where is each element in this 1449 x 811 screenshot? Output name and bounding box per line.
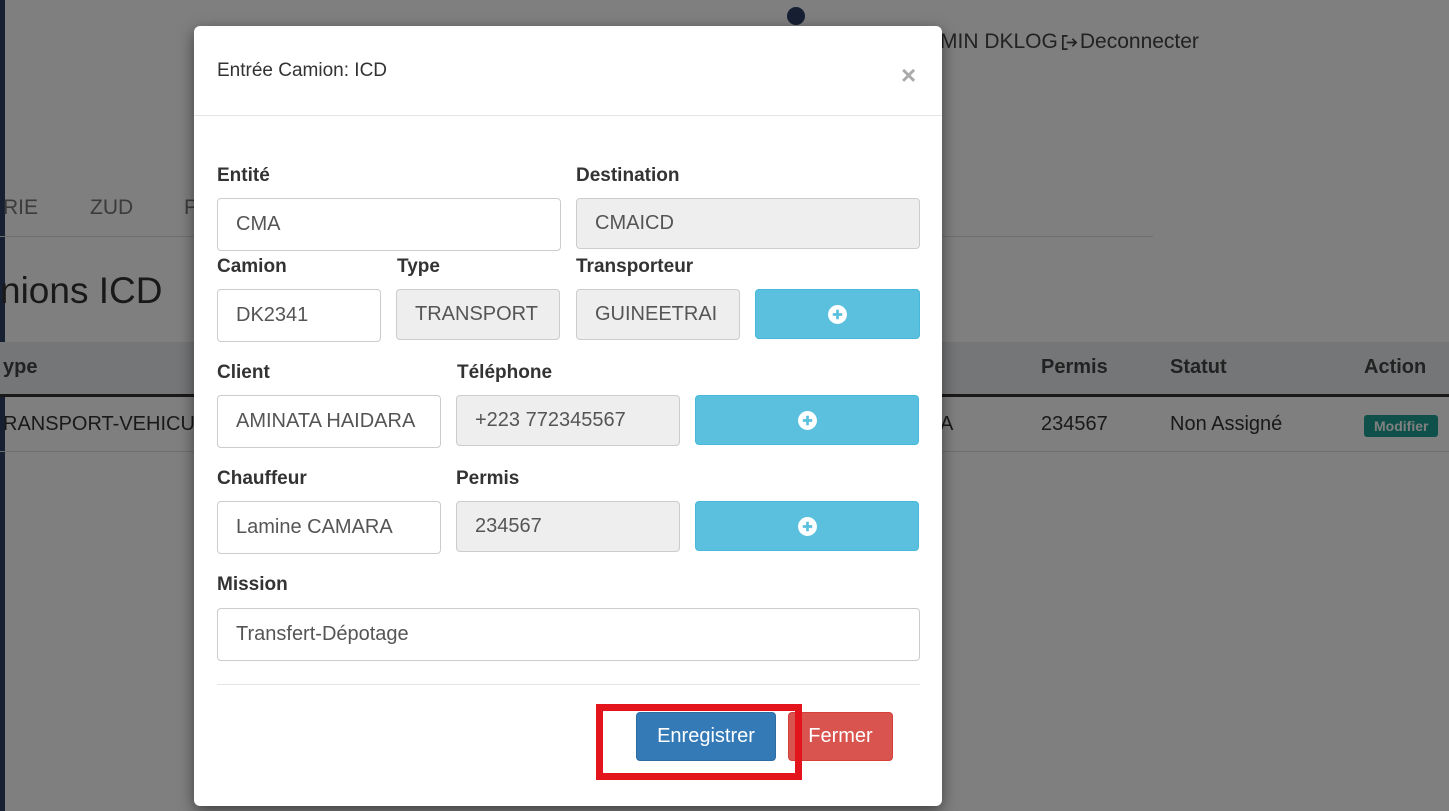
modal-header: Entrée Camion: ICD × — [194, 26, 942, 116]
client-label: Client — [217, 362, 270, 383]
modal-title: Entrée Camion: ICD — [217, 60, 388, 81]
chauffeur-label: Chauffeur — [217, 468, 307, 489]
permis-field[interactable] — [456, 501, 680, 552]
transporteur-label: Transporteur — [576, 256, 694, 277]
close-icon[interactable]: × — [901, 62, 916, 88]
telephone-label: Téléphone — [457, 362, 553, 383]
chauffeur-field[interactable] — [217, 501, 441, 554]
entry-modal: Entrée Camion: ICD × Entité Destination … — [194, 26, 942, 806]
modal-divider — [217, 684, 920, 685]
plus-circle-icon — [797, 410, 817, 430]
plus-circle-icon — [797, 516, 817, 536]
plus-circle-icon — [828, 304, 847, 324]
destination-label: Destination — [576, 165, 680, 186]
permis-label: Permis — [456, 468, 520, 489]
telephone-field[interactable] — [456, 395, 680, 446]
close-button[interactable]: Fermer — [788, 712, 893, 761]
camion-label: Camion — [217, 256, 287, 277]
destination-field[interactable] — [576, 198, 920, 249]
transporteur-field[interactable] — [576, 289, 740, 340]
type-label: Type — [397, 256, 440, 277]
highlight-annotation — [596, 704, 802, 780]
entite-field[interactable] — [217, 198, 561, 251]
camion-field[interactable] — [217, 289, 381, 342]
entite-label: Entité — [217, 165, 270, 186]
mission-field[interactable] — [217, 608, 920, 661]
mission-label: Mission — [217, 574, 288, 595]
add-chauffeur-button[interactable] — [695, 501, 919, 551]
client-field[interactable] — [217, 395, 441, 448]
add-transporteur-button[interactable] — [755, 289, 920, 339]
type-field[interactable] — [396, 289, 560, 340]
add-client-button[interactable] — [695, 395, 919, 445]
